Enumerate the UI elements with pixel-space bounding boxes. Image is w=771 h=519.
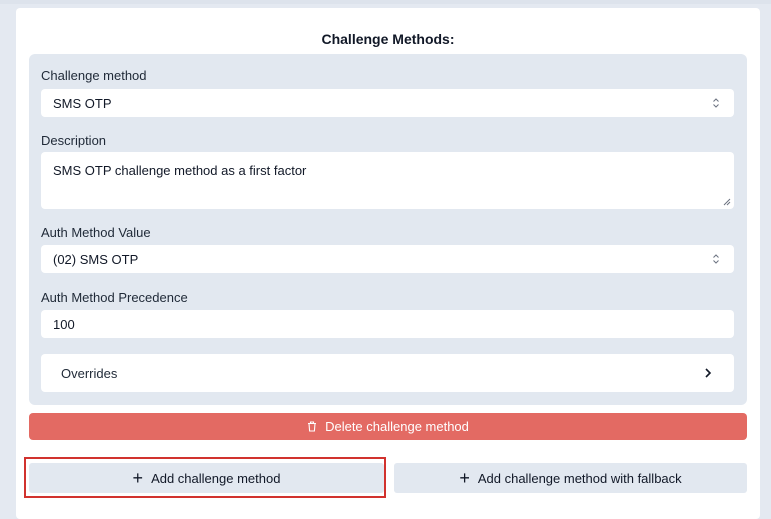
top-strip — [0, 0, 771, 4]
plus-icon: + — [459, 468, 470, 488]
overrides-toggle[interactable]: Overrides — [41, 354, 734, 392]
description-label: Description — [41, 133, 107, 148]
add-challenge-method-button[interactable]: + Add challenge method — [29, 463, 384, 493]
resize-grip-icon[interactable] — [723, 198, 731, 206]
challenge-method-value: SMS OTP — [53, 95, 112, 111]
auth-method-value-label: Auth Method Value — [41, 225, 151, 240]
auth-method-value-text: (02) SMS OTP — [53, 251, 139, 267]
auth-method-precedence-label: Auth Method Precedence — [41, 290, 188, 305]
challenge-method-panel: Challenge method SMS OTP Description SMS… — [29, 54, 747, 405]
description-textarea[interactable]: SMS OTP challenge method as a first fact… — [41, 152, 734, 209]
add-button-label: Add challenge method — [151, 470, 281, 486]
delete-challenge-method-button[interactable]: Delete challenge method — [29, 413, 747, 440]
select-chevrons-icon — [713, 254, 719, 264]
auth-method-precedence-value: 100 — [53, 316, 75, 332]
trash-icon — [308, 421, 317, 432]
select-chevrons-icon — [713, 98, 719, 108]
challenge-method-label: Challenge method — [41, 68, 147, 83]
auth-method-value-select[interactable]: (02) SMS OTP — [41, 245, 734, 273]
section-title: Challenge Methods: — [321, 31, 455, 47]
overrides-label: Overrides — [61, 365, 118, 381]
challenge-method-select[interactable]: SMS OTP — [41, 89, 734, 117]
plus-icon: + — [132, 468, 144, 488]
add-challenge-method-with-fallback-button[interactable]: + Add challenge method with fallback — [394, 463, 747, 493]
challenge-methods-card: Challenge Methods: Challenge method SMS … — [16, 8, 760, 519]
description-value: SMS OTP challenge method as a first fact… — [53, 163, 307, 178]
chevron-right-icon — [705, 368, 712, 378]
auth-method-precedence-input[interactable]: 100 — [41, 310, 734, 338]
add-fallback-button-label: Add challenge method with fallback — [477, 470, 682, 486]
delete-button-label: Delete challenge method — [325, 419, 469, 434]
